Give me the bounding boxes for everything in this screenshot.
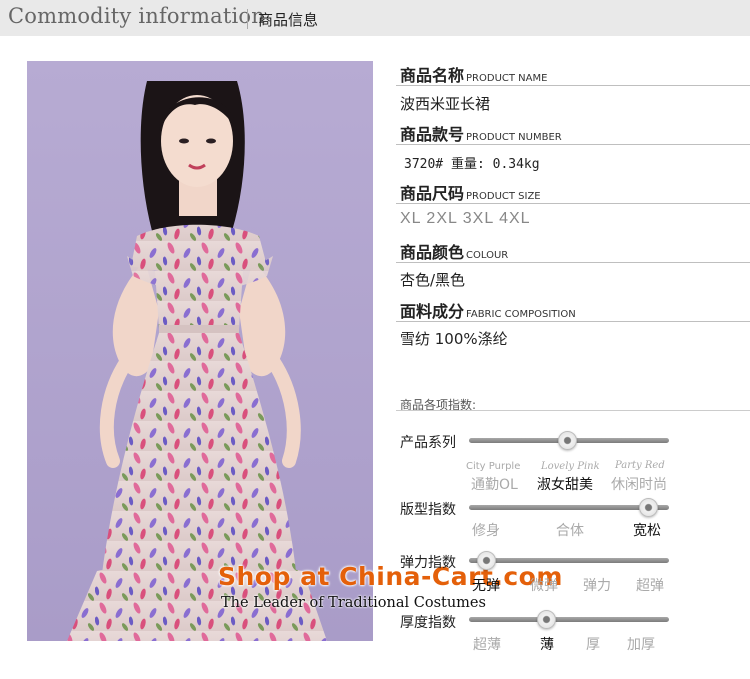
- fit-option: 合体: [556, 523, 584, 539]
- elasticity-option-selected: 无弹: [472, 578, 500, 594]
- product-size-label-en: PRODUCT SIZE: [466, 191, 541, 202]
- series-option-en: Party Red: [615, 460, 665, 471]
- product-colour-value: 杏色/黑色: [400, 271, 466, 289]
- product-fabric-label-en: FABRIC COMPOSITION: [466, 309, 576, 320]
- product-size-label-cn: 商品尺码: [400, 184, 465, 203]
- elasticity-slider-knob[interactable]: [477, 551, 496, 570]
- header-divider: [247, 9, 248, 29]
- model-illustration: [27, 61, 373, 641]
- fit-slider-knob[interactable]: [639, 498, 658, 517]
- header-title-en: Commodity information: [8, 4, 265, 28]
- header-title-cn: 商品信息: [258, 11, 319, 29]
- series-option-en: Lovely Pink: [541, 461, 600, 472]
- product-colour-label: 商品颜色 COLOUR: [400, 239, 508, 263]
- thickness-option: 超薄: [473, 637, 501, 653]
- thickness-option: 加厚: [627, 637, 655, 653]
- series-option-en: City Purple: [466, 461, 521, 472]
- product-size-label: 商品尺码 PRODUCT SIZE: [400, 180, 541, 204]
- divider: [396, 321, 750, 322]
- series-option: 休闲时尚: [611, 477, 667, 493]
- product-name-label-en: PRODUCT NAME: [466, 73, 548, 84]
- elasticity-option: 微弹: [530, 578, 558, 594]
- series-label: 产品系列: [400, 435, 456, 451]
- thickness-slider-track[interactable]: [469, 617, 669, 622]
- product-number-label: 商品款号 PRODUCT NUMBER: [400, 121, 562, 145]
- watermark-sub-text: The Leader of Traditional Costumes: [221, 595, 486, 611]
- indices-divider: [396, 410, 750, 411]
- elasticity-option: 弹力: [583, 578, 611, 594]
- fit-option-selected: 宽松: [633, 523, 661, 539]
- product-name-value: 波西米亚长裙: [400, 95, 491, 113]
- product-colour-label-cn: 商品颜色: [400, 243, 465, 262]
- header-bar: Commodity information 商品信息: [0, 0, 750, 36]
- fit-option: 修身: [472, 523, 500, 539]
- thickness-option-selected: 薄: [540, 637, 554, 653]
- product-number-label-cn: 商品款号: [400, 125, 465, 144]
- series-option: 通勤OL: [471, 477, 518, 493]
- watermark-main-text: Shop at China-Cart.com: [218, 562, 563, 591]
- divider: [396, 203, 750, 204]
- product-photo: [27, 61, 373, 641]
- product-name-label-cn: 商品名称: [400, 66, 465, 85]
- product-colour-label-en: COLOUR: [466, 250, 509, 261]
- product-size-value: XL 2XL 3XL 4XL: [400, 210, 531, 227]
- product-fabric-value: 雪纺 100%涤纶: [400, 330, 508, 348]
- series-option-selected: 淑女甜美: [537, 477, 593, 493]
- product-name-label: 商品名称 PRODUCT NAME: [400, 62, 547, 86]
- elasticity-label: 弹力指数: [400, 555, 456, 571]
- thickness-label: 厚度指数: [400, 615, 456, 631]
- product-fabric-label: 面料成分 FABRIC COMPOSITION: [400, 298, 576, 322]
- fit-label: 版型指数: [400, 502, 456, 518]
- product-number-label-en: PRODUCT NUMBER: [466, 132, 562, 143]
- divider: [396, 85, 750, 86]
- divider: [396, 262, 750, 263]
- product-fabric-label-cn: 面料成分: [400, 302, 465, 321]
- series-slider-knob[interactable]: [558, 431, 577, 450]
- elasticity-option: 超弹: [636, 578, 664, 594]
- product-number-value: 3720# 重量: 0.34kg: [404, 157, 540, 172]
- thickness-option: 厚: [586, 637, 600, 653]
- elasticity-slider-track[interactable]: [469, 558, 669, 563]
- thickness-slider-knob[interactable]: [537, 610, 556, 629]
- divider: [396, 144, 750, 145]
